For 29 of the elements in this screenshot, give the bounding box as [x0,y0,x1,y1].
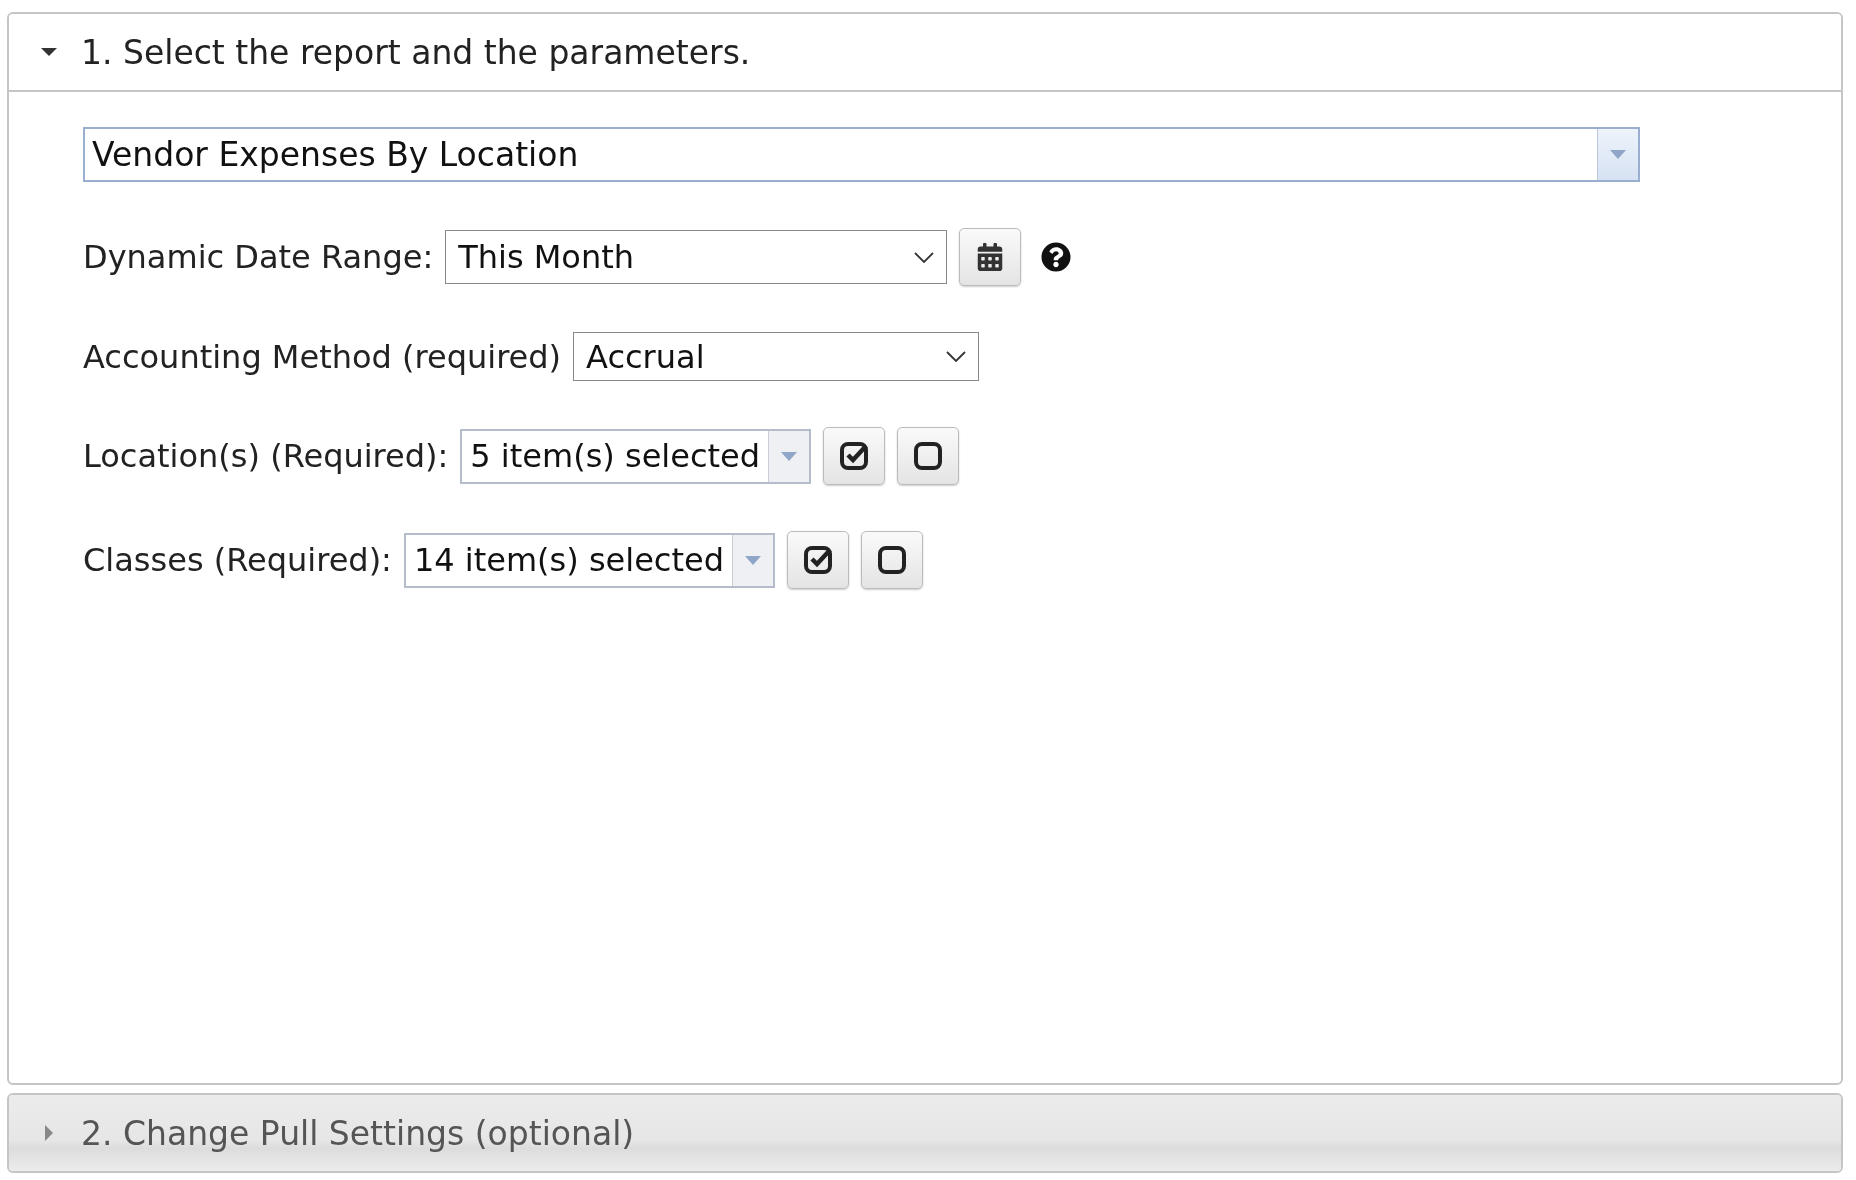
accordion-header[interactable]: 1. Select the report and the parameters. [9,14,1841,92]
dropdown[interactable]: This Month [445,230,948,284]
multiselect-dropdown[interactable]: 5 item(s) selected [460,428,812,484]
select-none-button[interactable] [897,427,960,485]
help-icon[interactable] [1041,242,1072,272]
section-title: 2. Change Pull Settings (optional) [81,1113,635,1153]
report-dropdown[interactable]: Vendor Expenses By Location [83,127,1640,182]
field-label: Dynamic Date Range: [83,238,434,276]
section-title: 1. Select the report and the parameters. [81,32,751,72]
field-label: Location(s) (Required): [83,437,449,475]
select-none-button[interactable] [860,531,923,589]
caret-icon [1610,150,1626,159]
empty-box-icon [876,545,907,575]
select-all-button[interactable] [786,531,849,589]
checked-box-icon [839,441,870,471]
select-all-button[interactable] [823,427,886,485]
accordion-header[interactable]: 2. Change Pull Settings (optional) [9,1095,1841,1171]
chevron-down-icon [914,251,935,263]
field-label: Classes (Required): [83,541,392,579]
calendar-button[interactable] [959,228,1022,286]
field-label: Accounting Method (required) [83,337,562,376]
calendar-icon [976,243,1005,271]
caret-icon [744,555,761,565]
multiselect-dropdown[interactable]: 14 item(s) selected [403,532,775,588]
chevron-down-icon [946,351,967,362]
checked-box-icon [802,545,833,575]
dropdown[interactable]: Accrual [573,332,980,381]
empty-box-icon [913,441,944,471]
caret-icon [781,451,798,461]
